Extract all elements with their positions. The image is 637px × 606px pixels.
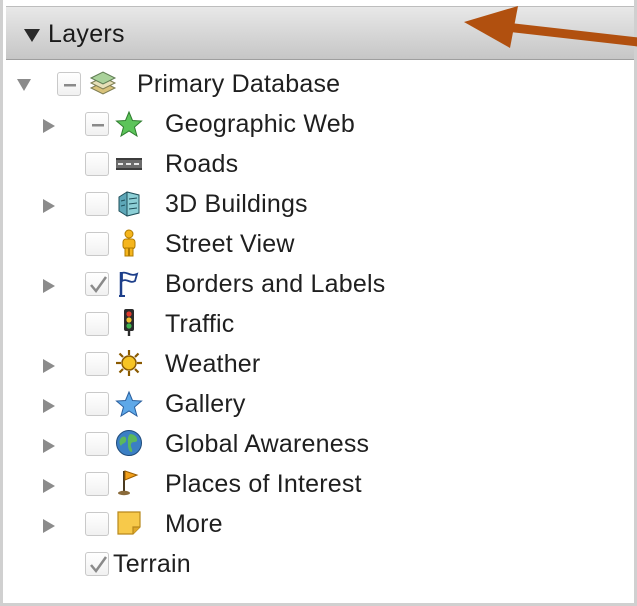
tree-item-label: Roads: [165, 150, 239, 178]
tree-row-weather[interactable]: Weather: [3, 346, 637, 386]
tree-row-terrain[interactable]: Terrain: [3, 546, 637, 586]
tree-row-geographic-web[interactable]: Geographic Web: [3, 106, 637, 146]
checkbox-places-of-interest[interactable]: [85, 472, 109, 496]
checkbox-street-view[interactable]: [85, 232, 109, 256]
tree-item-label: Weather: [165, 350, 261, 378]
pin-flag-icon: [118, 470, 139, 496]
disclosure-collapsed-icon[interactable]: [43, 199, 55, 213]
traffic-light-icon: [124, 309, 134, 336]
tree-item-label: Gallery: [165, 390, 246, 418]
road-icon: [116, 158, 142, 170]
checkbox-geographic-web[interactable]: [85, 112, 109, 136]
checkbox-global-awareness[interactable]: [85, 432, 109, 456]
checkbox-weather[interactable]: [85, 352, 109, 376]
tree-row-more[interactable]: More: [3, 506, 637, 546]
disclosure-collapsed-icon[interactable]: [43, 279, 55, 293]
annotation-arrow-icon: [464, 6, 637, 48]
disclosure-collapsed-icon[interactable]: [43, 439, 55, 453]
tree-item-label: Borders and Labels: [165, 270, 386, 298]
sticky-note-icon: [117, 511, 141, 535]
tree-row-primary-database[interactable]: Primary Database: [3, 66, 637, 106]
tree-item-label: Street View: [165, 230, 295, 258]
disclosure-collapsed-icon[interactable]: [43, 399, 55, 413]
globe-icon: [116, 430, 142, 456]
tree-row-traffic[interactable]: Traffic: [3, 306, 637, 346]
tree-item-label: Traffic: [165, 310, 235, 338]
tree-row-borders-and-labels[interactable]: Borders and Labels: [3, 266, 637, 306]
tree-row-3d-buildings[interactable]: 3D Buildings: [3, 186, 637, 226]
checkbox-traffic[interactable]: [85, 312, 109, 336]
green-star-icon: [115, 110, 143, 138]
checkbox-gallery[interactable]: [85, 392, 109, 416]
checkbox-borders-and-labels[interactable]: [85, 272, 109, 296]
disclosure-collapsed-icon[interactable]: [43, 479, 55, 493]
checkbox-3d-buildings[interactable]: [85, 192, 109, 216]
tree-row-street-view[interactable]: Street View: [3, 226, 637, 266]
layers-tree: Primary Database Geographic Web Roads 3D…: [3, 66, 637, 606]
tree-item-label: More: [165, 510, 223, 538]
tree-item-label: 3D Buildings: [165, 190, 308, 218]
tree-row-gallery[interactable]: Gallery: [3, 386, 637, 426]
tree-item-label: Geographic Web: [165, 110, 355, 138]
checkbox-more[interactable]: [85, 512, 109, 536]
pegman-icon: [122, 229, 136, 257]
tree-row-places-of-interest[interactable]: Places of Interest: [3, 466, 637, 506]
tree-row-roads[interactable]: Roads: [3, 146, 637, 186]
disclosure-expanded-icon[interactable]: [17, 79, 31, 91]
panel-title: Layers: [48, 20, 125, 48]
building-icon: [118, 191, 140, 217]
tree-row-global-awareness[interactable]: Global Awareness: [3, 426, 637, 466]
flag-icon: [119, 271, 139, 297]
tree-item-label: Terrain: [113, 550, 191, 578]
disclosure-collapsed-icon[interactable]: [43, 119, 55, 133]
blue-star-icon: [115, 390, 143, 418]
collapse-triangle-icon[interactable]: [24, 29, 40, 42]
disclosure-collapsed-icon[interactable]: [43, 519, 55, 533]
disclosure-collapsed-icon[interactable]: [43, 359, 55, 373]
database-layers-icon: [89, 71, 117, 95]
tree-item-label: Global Awareness: [165, 430, 370, 458]
checkbox-primary-database[interactable]: [57, 72, 81, 96]
checkbox-roads[interactable]: [85, 152, 109, 176]
tree-item-label: Places of Interest: [165, 470, 362, 498]
layers-panel: Layers Primary Database Geographic Web R…: [0, 0, 637, 606]
sun-icon: [116, 350, 142, 376]
tree-item-label: Primary Database: [137, 70, 341, 98]
checkbox-terrain[interactable]: [85, 552, 109, 576]
